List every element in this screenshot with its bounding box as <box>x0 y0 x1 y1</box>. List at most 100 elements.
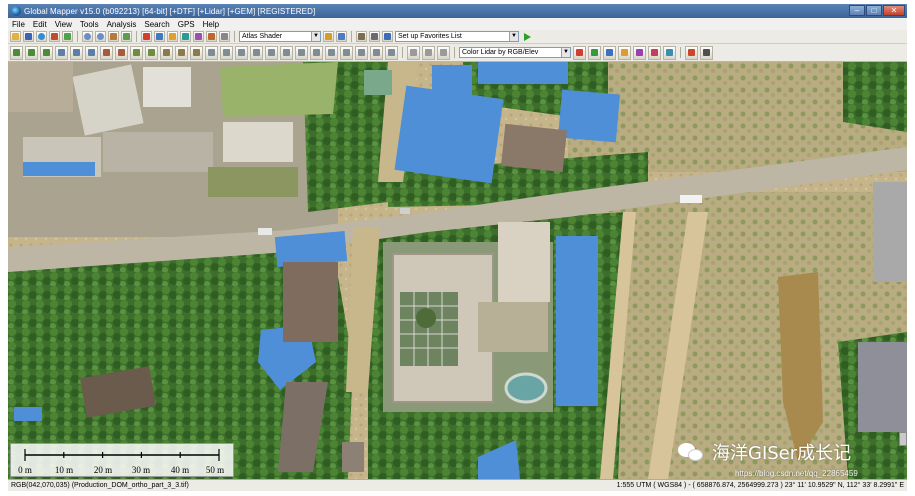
lidar-bar-icon[interactable] <box>648 45 661 60</box>
lidar-stats-icon[interactable] <box>633 45 646 60</box>
lidar-export-icon[interactable] <box>663 45 676 60</box>
layout-icon[interactable] <box>685 45 698 60</box>
zoom-in-icon[interactable] <box>82 31 93 42</box>
lidar-class-icon[interactable] <box>588 45 601 60</box>
lidar-color-combo[interactable]: Color Lidar by RGB/Elev ▼ <box>459 47 571 58</box>
zoom-out-icon[interactable] <box>95 31 106 42</box>
buffer-icon[interactable] <box>130 45 143 60</box>
edit-vertex-icon[interactable] <box>55 45 68 60</box>
save-icon[interactable] <box>23 31 34 42</box>
digitize-area-icon[interactable] <box>40 45 53 60</box>
3d-view-icon[interactable] <box>206 31 217 42</box>
path-profile-icon[interactable] <box>167 31 178 42</box>
image-icon[interactable] <box>62 31 73 42</box>
favorites-combo-value: Set up Favorites List <box>398 33 462 40</box>
measure-icon[interactable] <box>141 31 152 42</box>
smooth-icon[interactable] <box>160 45 173 60</box>
snap-icon[interactable] <box>145 45 158 60</box>
chevron-down-icon[interactable]: ▼ <box>311 32 320 41</box>
toolbar-separator <box>77 31 78 42</box>
flow-icon[interactable] <box>385 45 398 60</box>
status-coordinates: 1:555 UTM ( WGS84 ) - ( 658876.874, 2564… <box>616 482 904 489</box>
cut-icon[interactable] <box>220 45 233 60</box>
refresh-icon[interactable] <box>437 45 450 60</box>
close-button[interactable]: ✕ <box>883 5 905 16</box>
info-icon[interactable] <box>154 31 165 42</box>
status-pixel-info: RGB(042,070,035) (Production_DOM_ortho_p… <box>11 482 189 489</box>
shader-combo[interactable]: Atlas Shader ▼ <box>239 31 321 42</box>
play-icon[interactable] <box>524 32 531 41</box>
digitizer-icon[interactable] <box>193 31 204 42</box>
menu-search[interactable]: Search <box>144 20 169 29</box>
chevron-down-icon[interactable]: ▼ <box>509 32 518 41</box>
status-bar: RGB(042,070,035) (Production_DOM_ortho_p… <box>8 479 907 491</box>
watermark: 海洋GISer成长记 <box>678 439 851 465</box>
paste-icon[interactable] <box>250 45 263 60</box>
menu-edit[interactable]: Edit <box>33 20 47 29</box>
toolbar-separator <box>454 47 455 58</box>
globe-app-icon <box>11 6 21 16</box>
menu-view[interactable]: View <box>55 20 72 29</box>
help-icon[interactable] <box>382 31 393 42</box>
toolbar-separator <box>136 31 137 42</box>
grid-icon[interactable] <box>310 45 323 60</box>
copy-icon[interactable] <box>235 45 248 60</box>
delete-icon[interactable] <box>265 45 278 60</box>
move-feature-icon[interactable] <box>70 45 83 60</box>
scale-label-40: 40 m <box>170 465 190 475</box>
toolbar-separator <box>680 47 681 58</box>
view-shed-icon[interactable] <box>180 31 191 42</box>
table-grid-icon[interactable] <box>700 45 713 60</box>
select-icon[interactable] <box>205 45 218 60</box>
bookmark-icon[interactable] <box>369 31 380 42</box>
open-folder-icon[interactable] <box>10 31 21 42</box>
window-controls: – □ ✕ <box>849 5 905 16</box>
menu-analysis[interactable]: Analysis <box>107 20 137 29</box>
digitize-point-icon[interactable] <box>10 45 23 60</box>
digitize-line-icon[interactable] <box>25 45 38 60</box>
style-icon[interactable] <box>295 45 308 60</box>
shader-config-icon[interactable] <box>323 31 334 42</box>
pan-icon[interactable] <box>108 31 119 42</box>
lock-icon[interactable] <box>219 31 230 42</box>
lidar-edit-icon[interactable] <box>618 45 631 60</box>
menu-tools[interactable]: Tools <box>80 20 99 29</box>
globe-icon[interactable] <box>36 31 47 42</box>
full-view-icon[interactable] <box>121 31 132 42</box>
chevron-down-icon[interactable]: ▼ <box>561 48 570 57</box>
main-toolbar: Atlas Shader ▼ Set up Favorites List ▼ <box>8 30 907 44</box>
undo-icon[interactable] <box>407 45 420 60</box>
feature-info-icon[interactable] <box>356 31 367 42</box>
split-feature-icon[interactable] <box>100 45 113 60</box>
lighting-icon[interactable] <box>336 31 347 42</box>
menu-bar: File Edit View Tools Analysis Search GPS… <box>8 18 907 30</box>
redo-icon[interactable] <box>422 45 435 60</box>
layer-icon[interactable] <box>49 31 60 42</box>
attribute-icon[interactable] <box>280 45 293 60</box>
simplify-icon[interactable] <box>175 45 188 60</box>
toolbar-separator <box>351 31 352 42</box>
menu-gps[interactable]: GPS <box>178 20 195 29</box>
watershed-icon[interactable] <box>370 45 383 60</box>
menu-file[interactable]: File <box>12 20 25 29</box>
combine-feature-icon[interactable] <box>115 45 128 60</box>
scale-label-10: 10 m <box>54 465 74 475</box>
label-icon[interactable] <box>190 45 203 60</box>
lidar-profile-icon[interactable] <box>603 45 616 60</box>
maximize-button[interactable]: □ <box>866 5 882 16</box>
lidar-color-combo-value: Color Lidar by RGB/Elev <box>462 49 539 56</box>
map-view[interactable] <box>8 62 907 479</box>
title-bar[interactable]: Global Mapper v15.0 (b092213) [64-bit] [… <box>8 4 907 18</box>
minimize-button[interactable]: – <box>849 5 865 16</box>
volume-icon[interactable] <box>340 45 353 60</box>
toolbar-separator <box>402 47 403 58</box>
scroll-handle[interactable] <box>899 432 907 446</box>
wechat-icon <box>678 441 704 463</box>
rotate-feature-icon[interactable] <box>85 45 98 60</box>
terrain-icon[interactable] <box>355 45 368 60</box>
lidar-filter-icon[interactable] <box>573 45 586 60</box>
menu-help[interactable]: Help <box>203 20 219 29</box>
watermark-text: 海洋GISer成长记 <box>712 443 852 464</box>
favorites-combo[interactable]: Set up Favorites List ▼ <box>395 31 519 42</box>
contour-icon[interactable] <box>325 45 338 60</box>
